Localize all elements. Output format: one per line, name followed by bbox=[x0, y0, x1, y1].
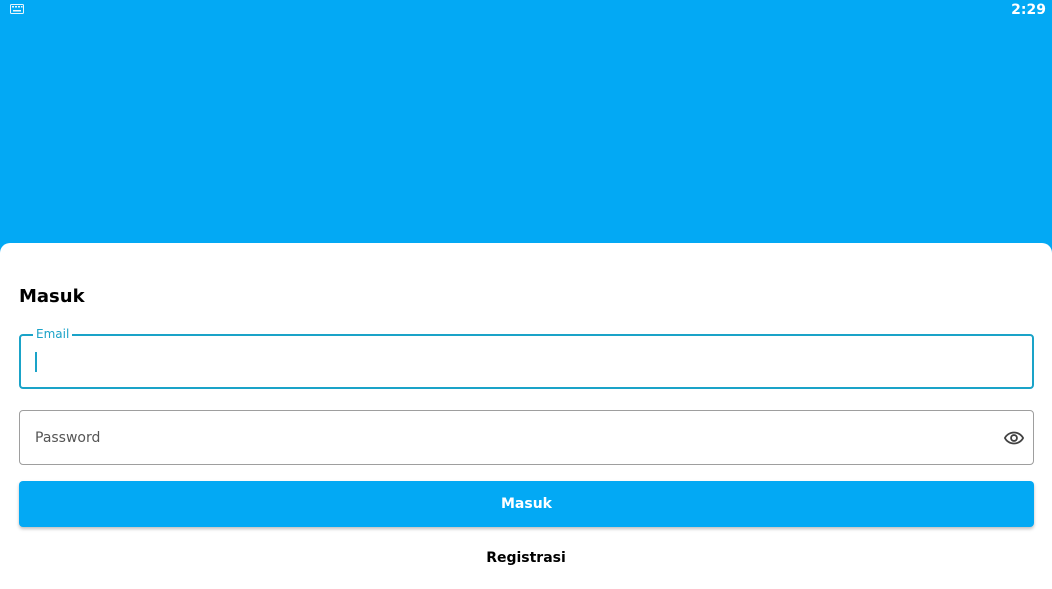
status-bar: 2:29 bbox=[0, 0, 1052, 20]
status-time: 2:29 bbox=[1011, 2, 1046, 18]
password-field[interactable] bbox=[19, 410, 1034, 465]
eye-icon[interactable] bbox=[1003, 427, 1025, 449]
register-link[interactable]: Registrasi bbox=[0, 550, 1052, 566]
page-title: Masuk bbox=[19, 286, 85, 307]
keyboard-icon bbox=[10, 4, 24, 14]
password-input[interactable] bbox=[20, 411, 1033, 464]
login-button[interactable]: Masuk bbox=[19, 481, 1034, 527]
login-sheet: Masuk Email Masuk Registrasi bbox=[0, 243, 1052, 589]
email-field[interactable]: Email bbox=[19, 327, 1034, 389]
email-input[interactable] bbox=[21, 336, 1032, 387]
